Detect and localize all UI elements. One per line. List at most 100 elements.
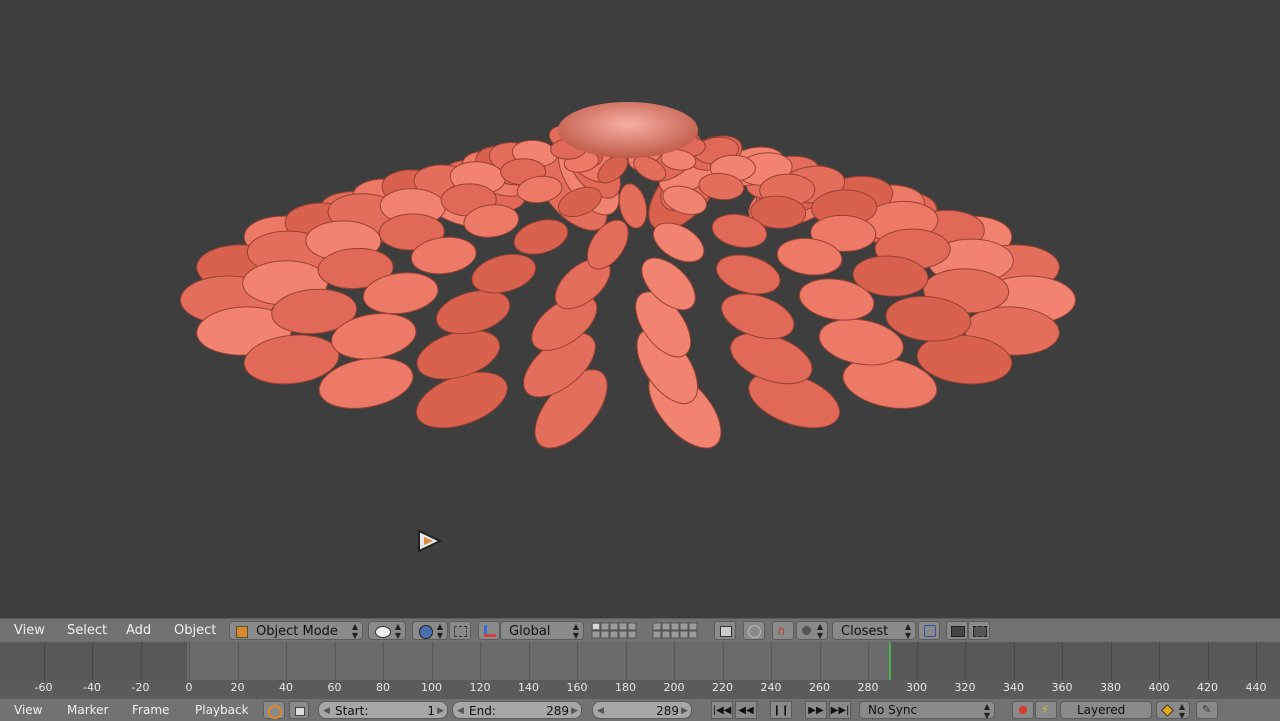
render-animation-button[interactable] [968,621,990,640]
jump-start-button[interactable]: |◀◀ [711,701,733,719]
jump-start-icon: |◀◀ [712,705,732,716]
menu-add[interactable]: Add [126,623,151,638]
transform-manipulator-button[interactable] [478,621,500,640]
ruler-tick: 20 [230,681,245,694]
dahlia-flower-model[interactable] [0,0,1280,618]
menu-object[interactable]: Object [174,623,216,638]
snap-element-dropdown[interactable]: ▲ ▼ [796,621,828,640]
current-frame-indicator[interactable] [888,642,891,680]
ruler-tick: -40 [83,681,101,694]
insert-keyframe-icon: ✎ [1202,703,1212,716]
timeline-gridline [431,642,433,680]
keying-set-dropdown[interactable]: ▲ ▼ [1156,701,1190,720]
pivot-icon [419,625,433,639]
frame-ruler[interactable]: -60 -40 -20 0 20 40 60 80 100 120 140 160 180 200 220 2… [0,680,1280,698]
timeline-gridline [819,642,821,680]
ruler-tick: 300 [906,681,927,694]
timeline-gridline [92,642,93,680]
layer-lock-button[interactable] [714,621,736,640]
lock-range-button[interactable] [289,701,309,719]
prev-keyframe-button[interactable]: ◀◀ [735,701,757,719]
jump-end-icon: ▶▶| [830,705,850,716]
pivot-dropdown[interactable]: ▲ ▼ [412,621,448,640]
mode-dropdown[interactable]: Object Mode ▲ ▼ [229,621,363,640]
pause-button[interactable]: ❙❙ [770,701,792,719]
orientation-dropdown[interactable]: Global ▲ ▼ [500,621,584,640]
prev-key-icon: ◀◀ [738,705,754,716]
keyframe-icon [1161,704,1174,717]
timeline-gridline [868,642,869,680]
chevron-updown-icon: ▲ ▼ [436,622,443,640]
end-label: End: [469,704,496,718]
timeline-menu-playback[interactable]: Playback [195,703,249,717]
ruler-tick: 40 [279,681,293,694]
ruler-tick: 100 [421,681,442,694]
decrement-icon: ◀ [323,706,330,716]
timeline-menu-marker[interactable]: Marker [67,703,108,717]
viewport-shading-dropdown[interactable]: ▲ ▼ [368,621,406,640]
start-frame-field[interactable]: ◀ Start: 1 ▶ [318,701,448,719]
ruler-tick: 400 [1148,681,1170,694]
next-key-icon: ▶▶ [808,705,824,716]
timeline-gridline [286,642,287,680]
render-opengl-button[interactable] [946,621,968,640]
timeline-header: View Marker Frame Playback ◀ Start: 1 ▶ … [0,698,1280,721]
layer-buttons[interactable] [591,622,709,639]
timeline-gridline [1062,642,1063,680]
align-rotation-button[interactable] [918,621,940,640]
ruler-tick: 220 [712,681,733,694]
keying-mode-dropdown[interactable]: Layered [1060,701,1152,719]
ruler-tick: 140 [518,681,539,694]
current-frame-field[interactable]: ◀ 289 ▶ [592,701,692,719]
snap-toggle[interactable]: ∩ [772,621,794,640]
snap-element-icon [802,626,811,635]
manipulator-icon [454,626,467,637]
menu-select[interactable]: Select [67,623,107,638]
proportional-edit-icon [748,625,761,638]
chevron-updown-icon: ▲ ▼ [394,622,401,640]
chevron-updown-icon: ▲ ▼ [816,622,823,640]
timeline-gridline [771,642,772,680]
timeline-gridline [140,642,142,680]
ruler-tick: 280 [857,681,879,694]
auto-key-mode-button[interactable]: ⚡ [1035,701,1057,719]
decrement-icon: ◀ [457,706,464,716]
timeline-gridline [625,642,627,680]
start-label: Start: [335,704,369,718]
timeline-gridline [916,642,918,680]
keying-mode-label: Layered [1077,703,1126,717]
timeline-gridline [43,642,45,680]
timeline-gridline [383,642,384,680]
snap-target-label: Closest [841,624,889,639]
3d-viewport[interactable] [0,0,1280,618]
ruler-tick: -20 [131,681,150,694]
timeline-gridline [189,642,190,680]
sync-dropdown[interactable]: No Sync ▲ ▼ [859,701,995,720]
record-icon [1019,706,1027,714]
ruler-tick: 440 [1245,681,1267,694]
viewport-shading-icon [375,626,391,638]
timeline-menu-view[interactable]: View [14,703,42,717]
end-frame-field[interactable]: ◀ End: 289 ▶ [452,701,582,719]
record-button[interactable] [1012,701,1034,719]
manipulator-toggle[interactable] [449,621,471,640]
ruler-tick: 180 [615,681,636,694]
3d-view-header: View Select Add Object Object Mode ▲ ▼ ▲ ▼… [0,618,1280,643]
jump-end-button[interactable]: ▶▶| [829,701,851,719]
preview-range-icon [268,705,282,719]
next-keyframe-button[interactable]: ▶▶ [805,701,827,719]
timeline-gridline [334,642,336,680]
menu-view[interactable]: View [14,623,45,638]
timeline-menu-frame[interactable]: Frame [132,703,169,717]
keying-icon: ⚡ [1041,703,1049,716]
timeline-gridline [237,642,239,680]
insert-keyframe-button[interactable]: ✎ [1196,701,1218,719]
ruler-tick: 160 [566,681,588,694]
timeline-area[interactable] [0,642,1280,680]
proportional-edit-button[interactable] [743,621,765,640]
lock-icon [295,707,305,716]
preview-range-button[interactable] [263,701,285,719]
mode-label: Object Mode [256,624,338,639]
timeline-gridline [528,642,530,680]
snap-target-dropdown[interactable]: Closest ▲ ▼ [832,621,916,640]
